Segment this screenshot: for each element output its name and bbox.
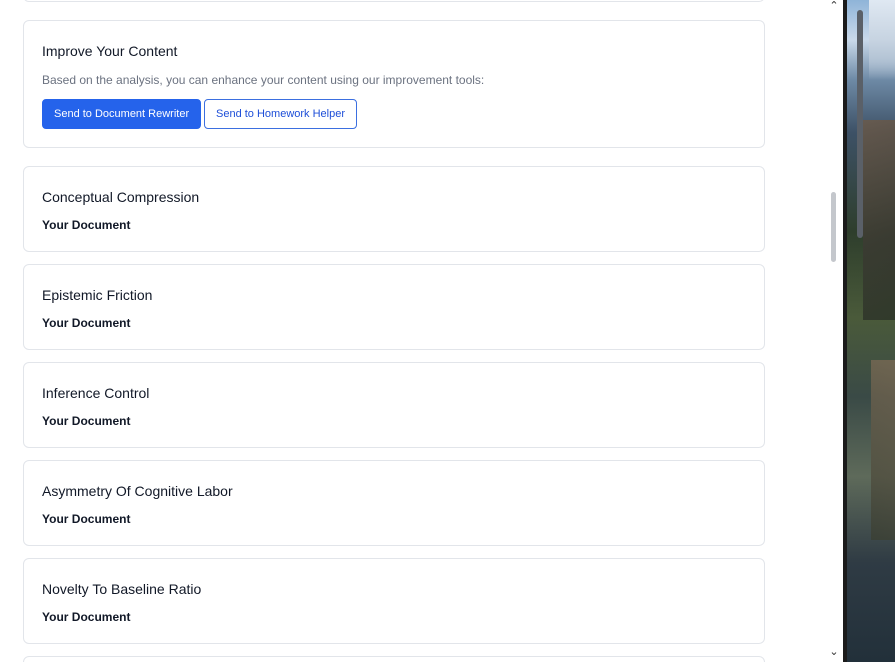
improve-content-card: Improve Your Content Based on the analys… bbox=[23, 20, 765, 148]
next-card bbox=[23, 656, 765, 662]
metric-subtitle: Your Document bbox=[42, 414, 131, 428]
content-scrollbar[interactable]: ⌃ ⌄ bbox=[825, 0, 843, 662]
chevron-up-icon[interactable]: ⌃ bbox=[828, 0, 840, 12]
metric-card-novelty-to-baseline-ratio: Novelty To Baseline Ratio Your Document bbox=[23, 558, 765, 644]
wallpaper-rock bbox=[871, 360, 895, 540]
wallpaper-rock bbox=[863, 120, 895, 320]
metric-card-inference-control: Inference Control Your Document bbox=[23, 362, 765, 448]
metric-title: Asymmetry Of Cognitive Labor bbox=[42, 483, 233, 499]
metric-title: Conceptual Compression bbox=[42, 189, 200, 205]
window-scrollbar-thumb[interactable] bbox=[857, 10, 863, 238]
window-scrollbar[interactable] bbox=[854, 0, 866, 662]
send-to-document-rewriter-button[interactable]: Send to Document Rewriter bbox=[42, 99, 202, 129]
improve-description: Based on the analysis, you can enhance y… bbox=[42, 73, 485, 87]
wallpaper-snow bbox=[869, 0, 895, 80]
metric-card-epistemic-friction: Epistemic Friction Your Document bbox=[23, 264, 765, 350]
metric-subtitle: Your Document bbox=[42, 512, 131, 526]
metric-subtitle: Your Document bbox=[42, 218, 131, 232]
chevron-down-icon[interactable]: ⌄ bbox=[828, 646, 840, 658]
metric-card-conceptual-compression: Conceptual Compression Your Document bbox=[23, 166, 765, 252]
metric-title: Novelty To Baseline Ratio bbox=[42, 581, 202, 597]
previous-card bbox=[23, 0, 765, 2]
metric-title: Epistemic Friction bbox=[42, 287, 153, 303]
send-to-homework-helper-button[interactable]: Send to Homework Helper bbox=[204, 99, 358, 129]
improve-title: Improve Your Content bbox=[42, 43, 178, 59]
metric-subtitle: Your Document bbox=[42, 316, 131, 330]
scrollbar-thumb[interactable] bbox=[831, 192, 836, 262]
metric-card-asymmetry-of-cognitive-labor: Asymmetry Of Cognitive Labor Your Docume… bbox=[23, 460, 765, 546]
metric-subtitle: Your Document bbox=[42, 610, 131, 624]
metric-title: Inference Control bbox=[42, 385, 150, 401]
app-window: Improve Your Content Based on the analys… bbox=[0, 0, 843, 662]
